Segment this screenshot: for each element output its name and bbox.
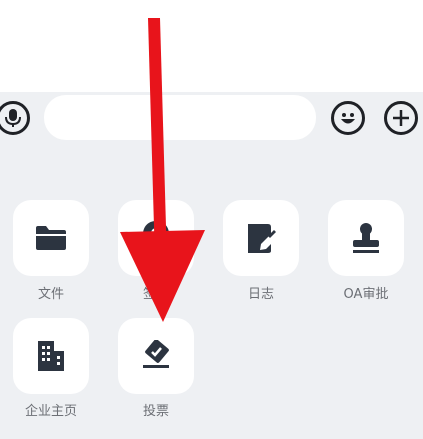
company-homepage-button[interactable] bbox=[13, 318, 89, 394]
microphone-icon bbox=[5, 109, 21, 127]
check-in-button[interactable] bbox=[118, 200, 194, 276]
building-icon bbox=[38, 341, 64, 371]
location-pin-icon bbox=[143, 221, 169, 255]
vote-button[interactable] bbox=[118, 318, 194, 394]
stamp-icon bbox=[353, 223, 379, 253]
check-in-label: 签到 bbox=[142, 287, 169, 302]
file-label: 文件 bbox=[37, 287, 64, 302]
smiley-icon bbox=[341, 113, 355, 124]
file-button[interactable] bbox=[13, 200, 89, 276]
voice-input-button[interactable] bbox=[0, 101, 30, 135]
more-functions-button[interactable] bbox=[384, 101, 418, 135]
message-input[interactable] bbox=[44, 95, 316, 140]
company-homepage-label: 企业主页 bbox=[24, 404, 77, 419]
oa-approval-button[interactable] bbox=[328, 200, 404, 276]
journal-button[interactable] bbox=[223, 200, 299, 276]
emoji-button[interactable] bbox=[331, 101, 365, 135]
folder-icon bbox=[36, 226, 66, 250]
vote-ballot-icon bbox=[143, 340, 169, 368]
journal-edit-icon bbox=[248, 224, 276, 253]
vote-label: 投票 bbox=[142, 404, 169, 419]
journal-label: 日志 bbox=[247, 287, 274, 302]
plus-icon bbox=[393, 110, 409, 126]
oa-approval-label: OA审批 bbox=[343, 287, 389, 302]
chat-input-bar bbox=[0, 92, 423, 144]
chat-message-area bbox=[0, 0, 423, 92]
